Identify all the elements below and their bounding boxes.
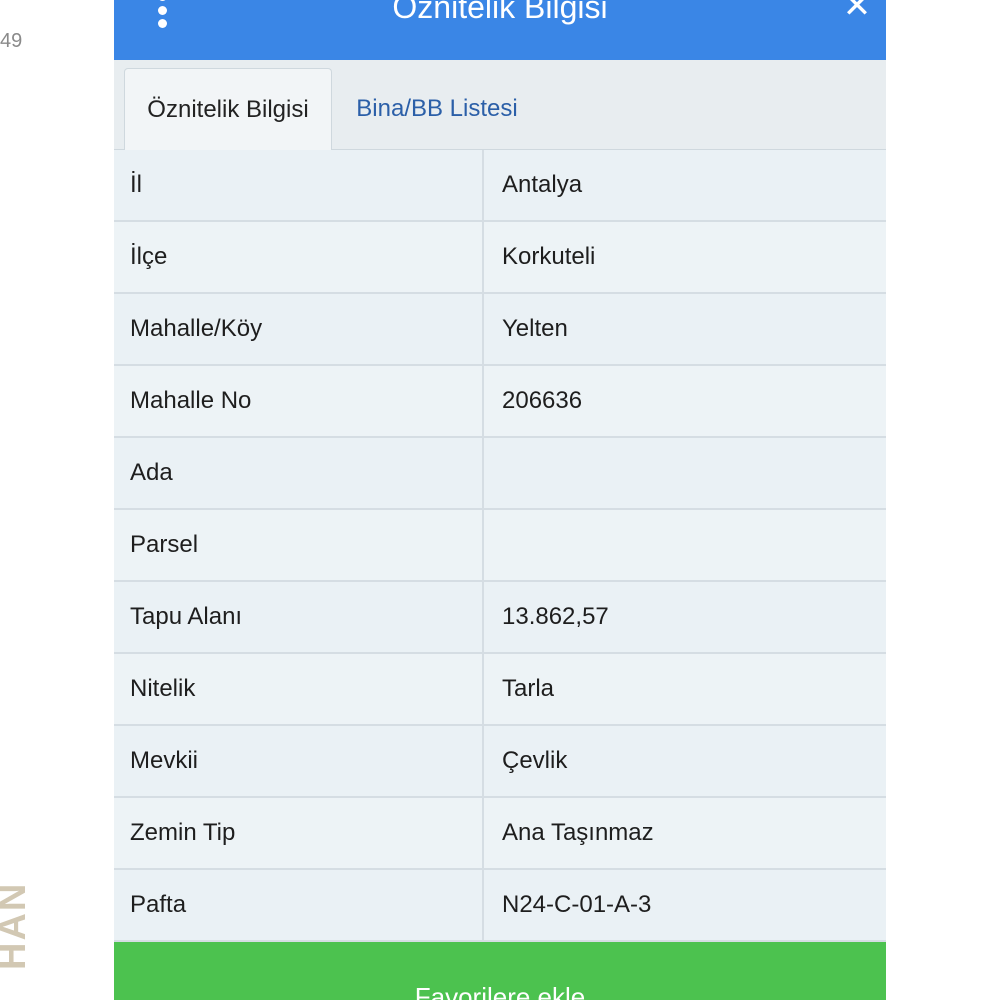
row-value: Yelten <box>502 315 568 342</box>
row-label: Mahalle No <box>114 366 484 436</box>
tab-bar: Öznitelik Bilgisi Bina/BB Listesi <box>114 60 886 150</box>
table-row: Mahalle No 206636 <box>114 366 886 438</box>
table-row: İlçe Korkuteli <box>114 222 886 294</box>
row-value <box>486 438 886 508</box>
table-row: Pafta N24-C-01-A-3 <box>114 870 886 942</box>
row-label: Parsel <box>114 510 484 580</box>
table-row: İl Antalya <box>114 150 886 222</box>
table-row: Parsel <box>114 510 886 582</box>
page: 49 HAN Öznitelik Bilgisi ✕ Öznitelik Bil… <box>0 0 1000 1000</box>
table-row: Zemin Tip Ana Taşınmaz <box>114 798 886 870</box>
close-icon[interactable]: ✕ <box>842 0 872 26</box>
row-label: İl <box>114 150 484 220</box>
row-label: Tapu Alanı <box>114 582 484 652</box>
row-value: Tarla <box>502 675 555 702</box>
row-value: Çevlik <box>502 747 568 774</box>
row-value: 206636 <box>502 387 583 414</box>
row-value: Ana Taşınmaz <box>502 819 654 846</box>
dialog-title: Öznitelik Bilgisi <box>392 0 608 25</box>
row-label: Mevkii <box>114 726 484 796</box>
background-vertical-text: HAN <box>0 881 32 970</box>
tab-attribute-info[interactable]: Öznitelik Bilgisi <box>124 68 332 150</box>
row-value: N24-C-01-A-3 <box>502 891 652 918</box>
row-label: Mahalle/Köy <box>114 294 484 364</box>
tab-building-list[interactable]: Bina/BB Listesi <box>342 68 532 150</box>
background-number-text: 49 <box>0 30 23 52</box>
row-value: Antalya <box>502 171 583 198</box>
attribute-info-dialog: Öznitelik Bilgisi ✕ Öznitelik Bilgisi Bi… <box>114 0 886 1000</box>
row-label: Ada <box>114 438 484 508</box>
row-label: İlçe <box>114 222 484 292</box>
table-row: Nitelik Tarla <box>114 654 886 726</box>
row-value: Korkuteli <box>502 243 596 270</box>
row-value <box>486 510 886 580</box>
row-label: Zemin Tip <box>114 798 484 868</box>
table-row: Mahalle/Köy Yelten <box>114 294 886 366</box>
table-row: Ada <box>114 438 886 510</box>
row-label: Pafta <box>114 870 484 940</box>
attribute-table: İl Antalya İlçe Korkuteli Mahalle/Köy Ye… <box>114 150 886 942</box>
dialog-header: Öznitelik Bilgisi ✕ <box>114 0 886 60</box>
table-row: Tapu Alanı 13.862,57 <box>114 582 886 654</box>
add-to-favorites-button[interactable]: Favorilere ekle <box>114 942 886 1000</box>
table-row: Mevkii Çevlik <box>114 726 886 798</box>
row-value: 13.862,57 <box>502 603 609 630</box>
row-label: Nitelik <box>114 654 484 724</box>
